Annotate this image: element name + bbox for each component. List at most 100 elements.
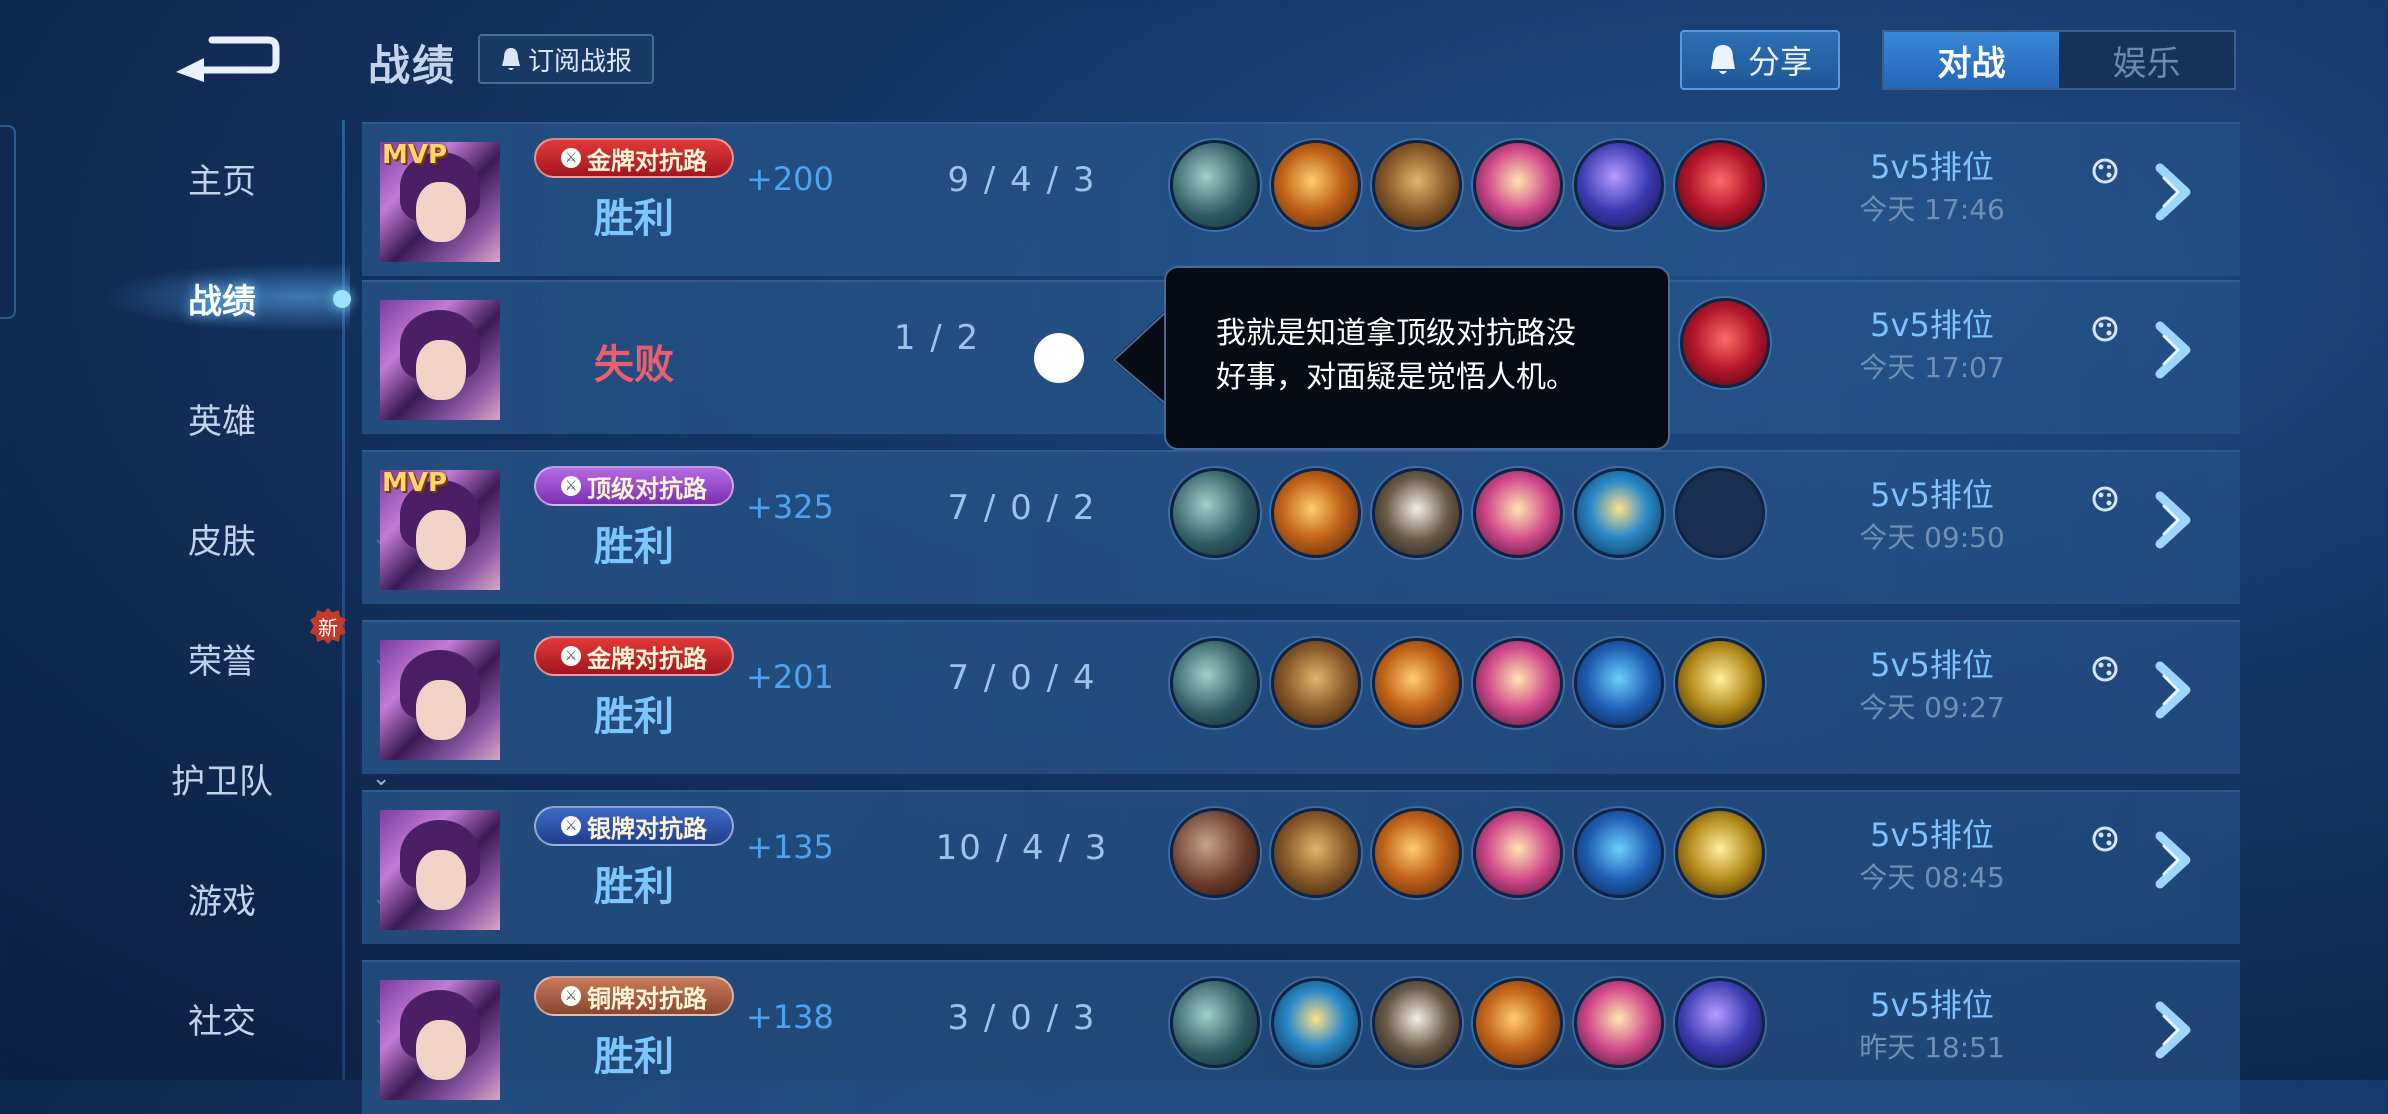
equipment-list [1170,978,1765,1068]
chevron-right-icon[interactable] [2152,320,2204,380]
sidebar-item-social[interactable]: 社交⌄ [72,988,390,1048]
game-mode: 5v5排位 [1870,816,1994,854]
page-title: 战绩 [368,41,457,90]
equipment-item-icon [1372,978,1462,1068]
equipment-item-icon [1473,978,1563,1068]
match-result: 胜利 [594,1034,674,1080]
subscribe-report-button[interactable]: 订阅战报 [478,34,654,84]
rank-score-change: +200 [746,160,834,198]
sword-icon: ⚔ [561,148,581,168]
back-icon[interactable] [170,30,280,85]
sidebar-item-label: 荣誉 [188,641,256,682]
match-time: 今天 08:45 [1859,861,2005,894]
sidebar-item-label: 战绩 [188,281,256,322]
game-mode: 5v5排位 [1870,646,1994,684]
equipment-item-icon [1170,140,1260,230]
sidebar-item-home[interactable]: 主页 [72,148,372,208]
share-button[interactable]: 分享 [1680,30,1840,90]
bubble-text-line: 好事，对面疑是觉悟人机。 [1216,360,1576,395]
match-row[interactable]: MVP ⚔ 顶级对抗路 胜利 +325 7 / 0 / 2 5v5排位 今天 09:50 [362,450,2240,604]
equipment-item-icon [1170,978,1260,1068]
sidebar-item-label: 社交 [188,1001,256,1042]
rank-score-change: +325 [746,488,834,526]
match-result: 胜利 [594,694,674,740]
equipment-item-icon [1271,808,1361,898]
kda: 9 / 4 / 3 [947,160,1097,200]
hero-avatar [380,300,500,420]
rank-badge-label: 铜牌对抗路 [587,984,707,1013]
bell-icon [501,48,520,70]
rank-badge-label: 顶级对抗路 [587,474,707,503]
mvp-badge: MVP [382,142,448,170]
sidebar-item-records[interactable]: 战绩 [72,268,372,328]
random-icon[interactable] [2090,654,2120,684]
equipment-item-icon [1675,808,1765,898]
sidebar-item-skins[interactable]: 皮肤⌄ [72,508,390,568]
random-icon[interactable] [2090,484,2120,514]
hero-avatar: MVP [380,142,500,262]
equipment-item-icon [1473,140,1563,230]
sword-icon: ⚔ [561,646,581,666]
comment-bubble: 我就是知道拿顶级对抗路没 好事，对面疑是觉悟人机。 [1108,266,1670,450]
match-time: 昨天 18:51 [1859,1031,2005,1064]
match-result: 胜利 [594,524,674,570]
equipment-item-icon [1372,638,1462,728]
equipment-list [1680,298,1770,388]
random-icon[interactable] [2090,156,2120,186]
kda: 7 / 0 / 4 [947,658,1097,698]
equipment-item-icon [1473,638,1563,728]
kda: 1 / 2 [893,318,981,358]
share-label: 分享 [1747,43,1812,81]
match-time: 今天 09:27 [1859,691,2005,724]
sidebar-item-guard-team[interactable]: 护卫队 ⌄ [72,748,390,808]
hero-avatar: MVP [380,470,500,590]
tab-battle[interactable]: 对战 [1884,32,2059,88]
kda: 7 / 0 / 2 [947,488,1097,528]
match-time: 今天 17:07 [1859,351,2005,384]
bubble-text: 我就是知道拿顶级对抗路没 好事，对面疑是觉悟人机。 [1216,312,1636,400]
match-result: 失败 [594,342,674,388]
empty-item-slot [1675,468,1765,558]
sidebar-item-games[interactable]: 游戏⌄ [72,868,390,928]
sidebar-item-heroes[interactable]: 英雄 [72,388,372,448]
equipment-item-icon [1574,808,1664,898]
equipment-item-icon [1675,140,1765,230]
side-panel-edge[interactable] [0,125,16,319]
equipment-item-icon [1675,978,1765,1068]
random-icon[interactable] [2090,824,2120,854]
chevron-right-icon[interactable] [2152,162,2204,222]
match-time: 今天 09:50 [1859,521,2005,554]
match-row[interactable]: ⚔ 金牌对抗路胜利 +201 7 / 0 / 4 5v5排位今天 09:27 [362,620,2240,774]
chevron-right-icon[interactable] [2152,830,2204,890]
equipment-item-icon [1574,638,1664,728]
match-result: 胜利 [594,196,674,242]
equipment-item-icon [1170,808,1260,898]
rank-badge: ⚔ 金牌对抗路 [534,636,734,676]
bubble-text-line: 我就是知道拿顶级对抗路没 [1216,316,1576,351]
equipment-item-icon [1675,638,1765,728]
rank-score-change: +201 [746,658,834,696]
equipment-list [1170,140,1765,230]
equipment-item-icon [1372,140,1462,230]
subscribe-report-label: 订阅战报 [527,46,632,77]
equipment-list [1170,468,1765,558]
match-row[interactable]: ⚔ 银牌对抗路 胜利 +135 10 / 4 / 3 5v5排位 今天 08:45 [362,790,2240,944]
chevron-right-icon[interactable] [2152,490,2204,550]
touch-indicator [1034,333,1084,383]
chevron-right-icon[interactable] [2152,660,2204,720]
equipment-item-icon [1574,978,1664,1068]
equipment-list [1170,638,1765,728]
sword-icon: ⚔ [561,986,581,1006]
chevron-right-icon[interactable] [2152,1000,2204,1060]
match-row[interactable]: ⚔ 铜牌对抗路 胜利 +138 3 / 0 / 3 5v5排位 昨天 18:51 [362,960,2240,1114]
sword-icon: ⚔ [561,816,581,836]
random-icon[interactable] [2090,314,2120,344]
kda: 3 / 0 / 3 [947,998,1097,1038]
hero-avatar [380,640,500,760]
match-row[interactable]: MVP ⚔ 金牌对抗路 胜利 +200 9 / 4 / 3 5v5排位 今天 17:46 [362,122,2240,276]
rank-score-change: +135 [746,828,834,866]
sidebar-item-label: 皮肤 [188,521,256,562]
tab-entertainment[interactable]: 娱乐 [2059,32,2234,88]
match-result: 胜利 [594,864,674,910]
equipment-item-icon [1680,298,1770,388]
